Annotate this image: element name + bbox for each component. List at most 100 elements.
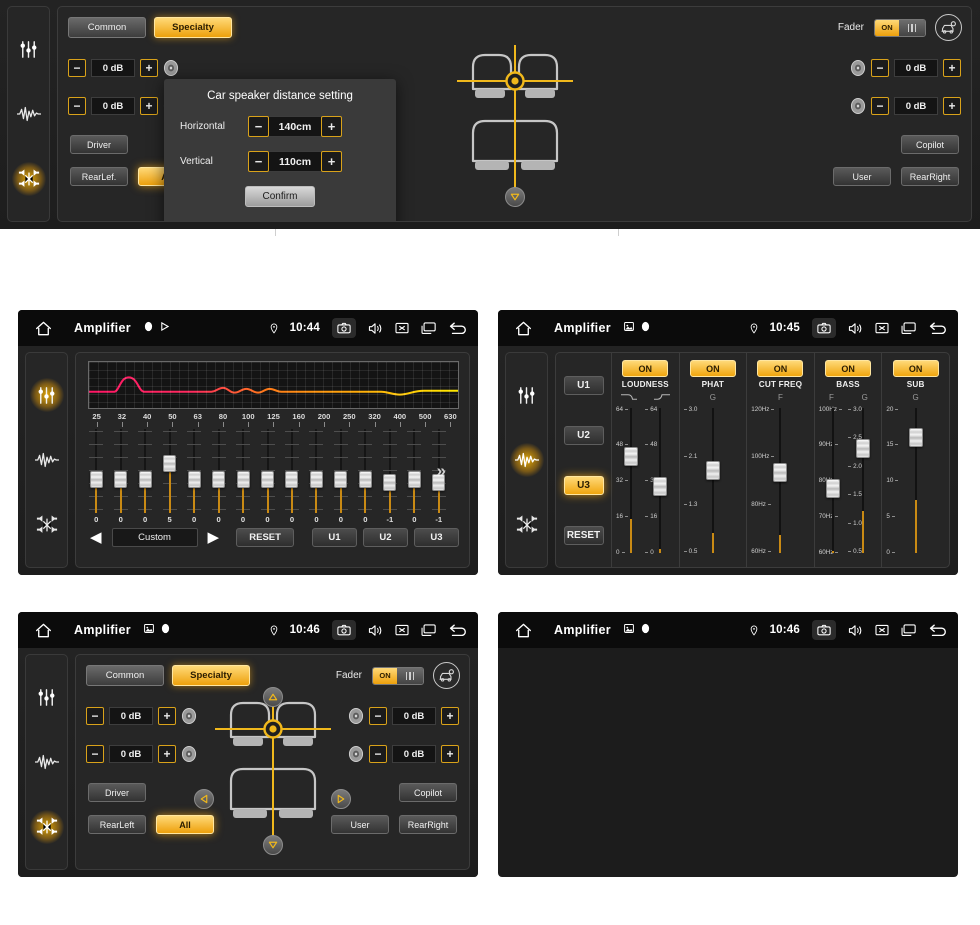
decrease-button[interactable]: − (68, 97, 86, 115)
eq-slider-knob[interactable] (236, 470, 250, 488)
eq-slider[interactable] (353, 429, 377, 513)
power-toggle-button[interactable]: ON (757, 360, 804, 377)
nav-left-button[interactable] (194, 789, 214, 809)
decrease-button[interactable]: − (86, 745, 104, 763)
eq-slider-knob[interactable] (285, 470, 299, 488)
eq-slider[interactable] (329, 429, 353, 513)
seat-copilot-button[interactable]: Copilot (399, 783, 457, 802)
slider-knob[interactable] (623, 447, 638, 467)
fader-toggle[interactable]: ON (874, 18, 926, 37)
crossover-slider[interactable]: 100Hz90Hz80Hz70Hz60Hz (819, 402, 848, 561)
preset-name[interactable]: Custom (111, 528, 198, 547)
mute-icon[interactable] (395, 624, 409, 636)
nav-down-button[interactable] (262, 835, 283, 855)
back-icon[interactable] (928, 624, 948, 636)
eq-slider-knob[interactable] (358, 470, 372, 488)
decrease-button[interactable]: − (86, 707, 104, 725)
nav-down-button[interactable] (504, 187, 525, 207)
eq-slider-knob[interactable] (114, 470, 128, 488)
seat-driver-button[interactable]: Driver (88, 783, 146, 802)
eq-slider[interactable] (280, 429, 304, 513)
home-icon[interactable] (30, 623, 56, 638)
seat-rearright-button[interactable]: RearRight (399, 815, 457, 834)
home-icon[interactable] (30, 321, 56, 336)
crossover-slider[interactable]: 644832160 (616, 402, 645, 561)
eq-slider[interactable] (133, 429, 157, 513)
increase-button[interactable]: + (441, 707, 459, 725)
rail-equalizer-icon[interactable] (510, 378, 544, 412)
seat-user-button[interactable]: User (331, 815, 389, 834)
home-icon[interactable] (510, 623, 536, 638)
crossover-slider[interactable]: 20 15 10 5 0 (886, 402, 945, 561)
eq-slider[interactable] (255, 429, 279, 513)
increase-button[interactable]: + (321, 116, 342, 137)
increase-button[interactable]: + (943, 97, 961, 115)
preset-u3-button[interactable]: U3 (563, 475, 604, 495)
eq-slider[interactable] (182, 429, 206, 513)
eq-slider[interactable] (206, 429, 230, 513)
camera-icon[interactable] (332, 620, 356, 640)
rail-balance-icon[interactable] (510, 508, 544, 542)
rail-balance-icon[interactable] (11, 161, 46, 196)
slider-knob[interactable] (908, 428, 923, 448)
recent-apps-icon[interactable] (421, 624, 436, 636)
increase-button[interactable]: + (441, 745, 459, 763)
crossover-slider[interactable]: 3.0 2.1 1.3 0.5 (683, 402, 743, 561)
eq-slider-knob[interactable] (309, 470, 323, 488)
crossover-slider[interactable]: 3.0 2.5 2.0 1.5 1.0 0.5 (848, 402, 877, 561)
seat-rearright-button[interactable]: RearRight (901, 167, 959, 186)
next-page-icon[interactable]: » (437, 462, 446, 479)
nav-up-button[interactable] (262, 687, 283, 707)
recent-apps-icon[interactable] (901, 624, 916, 636)
eq-slider-knob[interactable] (89, 470, 103, 488)
user-preset-u3-button[interactable]: U3 (414, 528, 459, 547)
power-toggle-button[interactable]: ON (825, 360, 872, 377)
mute-icon[interactable] (875, 322, 889, 334)
eq-slider-knob[interactable] (163, 455, 177, 473)
power-toggle-button[interactable]: ON (689, 360, 736, 377)
seat-rearleft-button[interactable]: RearLef. (70, 167, 128, 186)
slider-knob[interactable] (652, 476, 667, 496)
eq-slider[interactable] (84, 429, 108, 513)
camera-icon[interactable] (812, 620, 836, 640)
decrease-button[interactable]: − (248, 151, 269, 172)
rail-balance-icon[interactable] (30, 508, 64, 542)
preset-prev-button[interactable]: ◀ (86, 530, 106, 545)
reset-button[interactable]: RESET (563, 525, 604, 545)
preset-u2-button[interactable]: U2 (563, 425, 604, 445)
decrease-button[interactable]: − (369, 745, 387, 763)
eq-slider-knob[interactable] (334, 470, 348, 488)
rail-balance-icon[interactable] (29, 809, 64, 844)
eq-slider[interactable] (108, 429, 132, 513)
car-settings-button[interactable] (433, 662, 460, 689)
preset-next-button[interactable]: ▶ (204, 530, 224, 545)
mute-icon[interactable] (395, 322, 409, 334)
eq-slider-knob[interactable] (138, 470, 152, 488)
rail-crossover-icon[interactable] (509, 442, 544, 477)
seat-rearleft-button[interactable]: RearLeft (88, 815, 146, 834)
camera-icon[interactable] (812, 318, 836, 338)
power-toggle-button[interactable]: ON (892, 360, 939, 377)
eq-slider-knob[interactable] (187, 470, 201, 488)
volume-icon[interactable] (848, 624, 863, 637)
user-preset-u1-button[interactable]: U1 (312, 528, 357, 547)
car-settings-button[interactable] (935, 14, 962, 41)
tab-common[interactable]: Common (86, 665, 164, 686)
power-toggle-button[interactable]: ON (622, 360, 669, 377)
recent-apps-icon[interactable] (421, 322, 436, 334)
rail-crossover-icon[interactable] (12, 97, 46, 131)
increase-button[interactable]: + (158, 707, 176, 725)
slider-knob[interactable] (773, 462, 788, 482)
tab-common[interactable]: Common (68, 17, 146, 38)
eq-slider[interactable] (304, 429, 328, 513)
eq-slider[interactable] (157, 429, 181, 513)
rail-equalizer-icon[interactable] (30, 680, 64, 714)
rail-crossover-icon[interactable] (30, 443, 64, 477)
slider-knob[interactable] (826, 478, 841, 498)
eq-slider-knob[interactable] (212, 470, 226, 488)
rail-crossover-icon[interactable] (30, 745, 64, 779)
slider-knob[interactable] (705, 460, 720, 480)
slider-knob[interactable] (855, 439, 870, 459)
rail-equalizer-icon[interactable] (29, 378, 64, 413)
crossover-slider[interactable]: 644832160 (645, 402, 674, 561)
